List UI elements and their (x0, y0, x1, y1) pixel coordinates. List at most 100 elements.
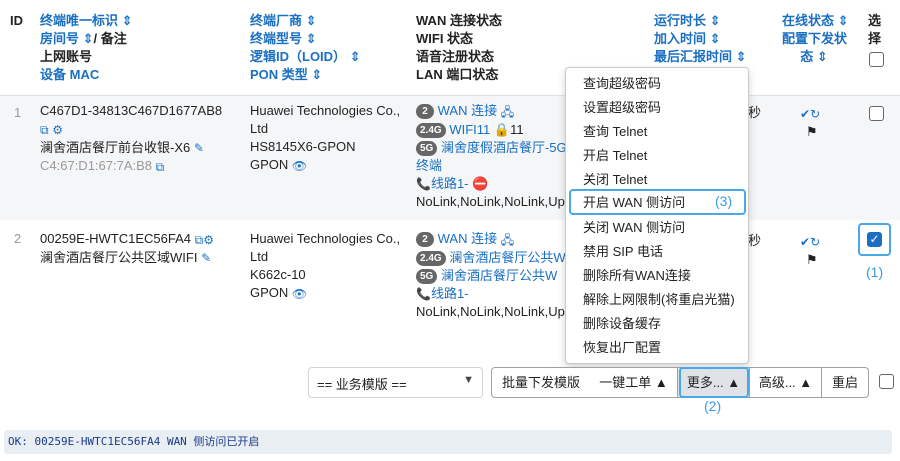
sort-vendor[interactable]: 终端厂商 ⇕ (250, 12, 361, 30)
vendor: Huawei Technologies Co., (250, 103, 401, 118)
header-account: 上网账号 (40, 49, 93, 64)
vendor-2: Ltd (250, 249, 269, 264)
menu-item-set-super-password[interactable]: 设置超级密码 (583, 99, 661, 117)
sort-pon[interactable]: PON 类型 ⇕ (250, 66, 361, 84)
lock-icon: 🔒 (493, 121, 511, 137)
sort-device-id[interactable]: 终端唯一标识 ⇕ (40, 12, 133, 30)
menu-item-enable-telnet[interactable]: 开启 Telnet (583, 147, 647, 165)
gear-icon[interactable]: ⚙ (52, 121, 63, 139)
sort-online[interactable]: 在线状态 ⇕ (782, 12, 849, 30)
header-col4: 运行时长 ⇕ 加入时间 ⇕ 最后汇报时间 ⇕ (654, 12, 747, 66)
menu-item-remove-limit[interactable]: 解除上网限制(将重启光猫) (583, 291, 735, 309)
template-select[interactable]: == 业务模版 == ▼ (308, 367, 483, 398)
pencil-icon[interactable]: ✎ (194, 139, 204, 157)
row-device-cell: C467D1-34813C467D1677AB8 ⧉ ⚙ 澜舍酒店餐厅前台收银-… (40, 102, 222, 176)
device-id: 00259E-HWTC1EC56FA4 (40, 231, 192, 246)
menu-item-disable-sip[interactable]: 禁用 SIP 电话 (583, 243, 663, 261)
runtime: 秒 (748, 233, 762, 248)
voice-line[interactable]: 线路1- (431, 176, 469, 191)
refresh-icon[interactable]: ↻ (810, 233, 820, 251)
row-checkbox[interactable] (869, 106, 884, 121)
header-note: / 备注 (93, 31, 127, 46)
room-note: 澜舍酒店餐厅公共区域WIFI (40, 249, 198, 265)
wifi-link[interactable]: 澜舍酒店餐厅公共W (449, 250, 565, 265)
device-id: C467D1-34813C467D1677AB8 (40, 103, 223, 118)
sort-last-report[interactable]: 最后汇报时间 ⇕ (654, 48, 747, 66)
check-circle-icon: ✔ (800, 234, 811, 249)
menu-item-factory-reset[interactable]: 恢复出厂配置 (583, 339, 661, 357)
lan-status: NoLink,NoLink,NoLink,Up (416, 194, 565, 210)
header-lan: LAN 端口状态 (416, 67, 499, 82)
device-mac: C4:67:D1:67:7A:B8 (40, 158, 153, 174)
model: K662c-10 (250, 267, 306, 282)
pon-type: GPON (250, 157, 289, 172)
header-col2: 终端厂商 ⇕ 终端型号 ⇕ 逻辑ID（LOID） ⇕ PON 类型 ⇕ (250, 12, 361, 84)
wifi-link[interactable]: 澜舍度假酒店餐厅-5G (441, 140, 567, 155)
header-select: 选 (868, 13, 882, 28)
vendor-2: Ltd (250, 121, 269, 136)
annotation-3: (3) (715, 193, 733, 209)
sort-room[interactable]: 房间号 ⇕ (40, 31, 94, 46)
batch-template-button[interactable]: 批量下发模版 (491, 367, 591, 398)
annotation-1: (1) (866, 264, 884, 280)
menu-item-delete-cache[interactable]: 删除设备缓存 (583, 315, 661, 333)
row-checkbox[interactable]: ✓ (867, 232, 882, 247)
network-icon: 🖧 (500, 104, 515, 119)
sort-loid[interactable]: 逻辑ID（LOID） ⇕ (250, 48, 361, 66)
menu-item-disable-telnet[interactable]: 关闭 Telnet (583, 171, 647, 189)
sort-config-cont[interactable]: 态 ⇕ (782, 48, 846, 66)
more-dropdown-menu: 查询超级密码 设置超级密码 查询 Telnet 开启 Telnet 关闭 Tel… (565, 67, 749, 364)
gear-icon[interactable]: ⚙ (203, 231, 214, 249)
copy-icon[interactable]: ⧉ (40, 121, 49, 139)
pon-type: GPON (250, 285, 289, 300)
row-id: 1 (14, 105, 22, 120)
row-id: 2 (14, 231, 22, 246)
wifi-band-badge: 2.4G (416, 250, 446, 266)
refresh-icon[interactable]: ↻ (810, 105, 820, 123)
phone-icon: 📞 (416, 287, 431, 302)
toolbar-checkbox[interactable] (879, 374, 894, 389)
network-icon: 🖧 (500, 232, 515, 247)
sort-join-time[interactable]: 加入时间 ⇕ (654, 30, 747, 48)
eye-icon[interactable]: 👁 (292, 285, 307, 303)
select-all-checkbox[interactable] (869, 52, 884, 67)
table-row: 2 00259E-HWTC1EC56FA4 ⧉⚙ 澜舍酒店餐厅公共区域WIFI … (0, 220, 900, 346)
voice-line[interactable]: 线路1- (431, 286, 469, 301)
pencil-icon[interactable]: ✎ (201, 249, 211, 267)
restart-button[interactable]: 重启 (822, 367, 869, 398)
row-status-cell: 2 WAN 连接 🖧 2.4G 澜舍酒店餐厅公共W 5G 澜舍酒店餐厅公共W 📞… (416, 230, 566, 321)
advanced-button[interactable]: 高级... ▲ (750, 367, 822, 398)
copy-icon[interactable]: ⧉ (195, 231, 204, 249)
wifi-cont: 终端 (416, 157, 443, 173)
menu-item-query-telnet[interactable]: 查询 Telnet (583, 123, 647, 141)
eye-icon[interactable]: 👁 (292, 157, 307, 175)
header-col1: 终端唯一标识 ⇕ 房间号 ⇕/ 备注 上网账号 设备 MAC (40, 12, 133, 84)
template-select-value: == 业务模版 == (317, 377, 407, 392)
header-select-2: 择 (868, 31, 882, 46)
wan-link[interactable]: WAN 连接 (438, 103, 497, 118)
online-status: ✔↻ ⚑ (800, 104, 820, 141)
wan-count-badge: 2 (416, 104, 434, 120)
check-circle-icon: ✔ (800, 106, 811, 121)
table-row: 1 C467D1-34813C467D1677AB8 ⧉ ⚙ 澜舍酒店餐厅前台收… (0, 96, 900, 220)
row-status-cell: 2 WAN 连接 🖧 2.4G WIFI11 🔒11 5G 澜舍度假酒店餐厅-5… (416, 102, 567, 211)
status-message: OK: 00259E-HWTC1EC56FA4 WAN 侧访问已开启 (4, 430, 892, 454)
menu-item-disable-wan-access[interactable]: 关闭 WAN 侧访问 (583, 219, 685, 237)
header-id: ID (10, 13, 23, 28)
flag-icon: ⚑ (806, 123, 818, 139)
row-vendor-cell: Huawei Technologies Co., Ltd HS8145X6-GP… (250, 102, 400, 175)
menu-item-query-super-password[interactable]: 查询超级密码 (583, 75, 661, 93)
wan-link[interactable]: WAN 连接 (438, 231, 497, 246)
wifi-link[interactable]: 澜舍酒店餐厅公共W (441, 268, 557, 283)
sort-config[interactable]: 配置下发状 (782, 30, 847, 48)
sort-runtime[interactable]: 运行时长 ⇕ (654, 12, 747, 30)
row-device-cell: 00259E-HWTC1EC56FA4 ⧉⚙ 澜舍酒店餐厅公共区域WIFI ✎ (40, 230, 214, 267)
menu-item-delete-all-wan[interactable]: 删除所有WAN连接 (583, 267, 691, 285)
sort-model[interactable]: 终端型号 ⇕ (250, 30, 361, 48)
menu-item-enable-wan-access[interactable]: 开启 WAN 侧访问 (583, 194, 685, 212)
wifi-extra: 11 (510, 121, 524, 137)
one-key-order-button[interactable]: 一键工单 ▲ (590, 367, 678, 398)
wifi-link[interactable]: WIFI11 (449, 122, 490, 137)
no-entry-icon: ⛔ (472, 175, 489, 191)
copy-icon[interactable]: ⧉ (156, 158, 165, 176)
